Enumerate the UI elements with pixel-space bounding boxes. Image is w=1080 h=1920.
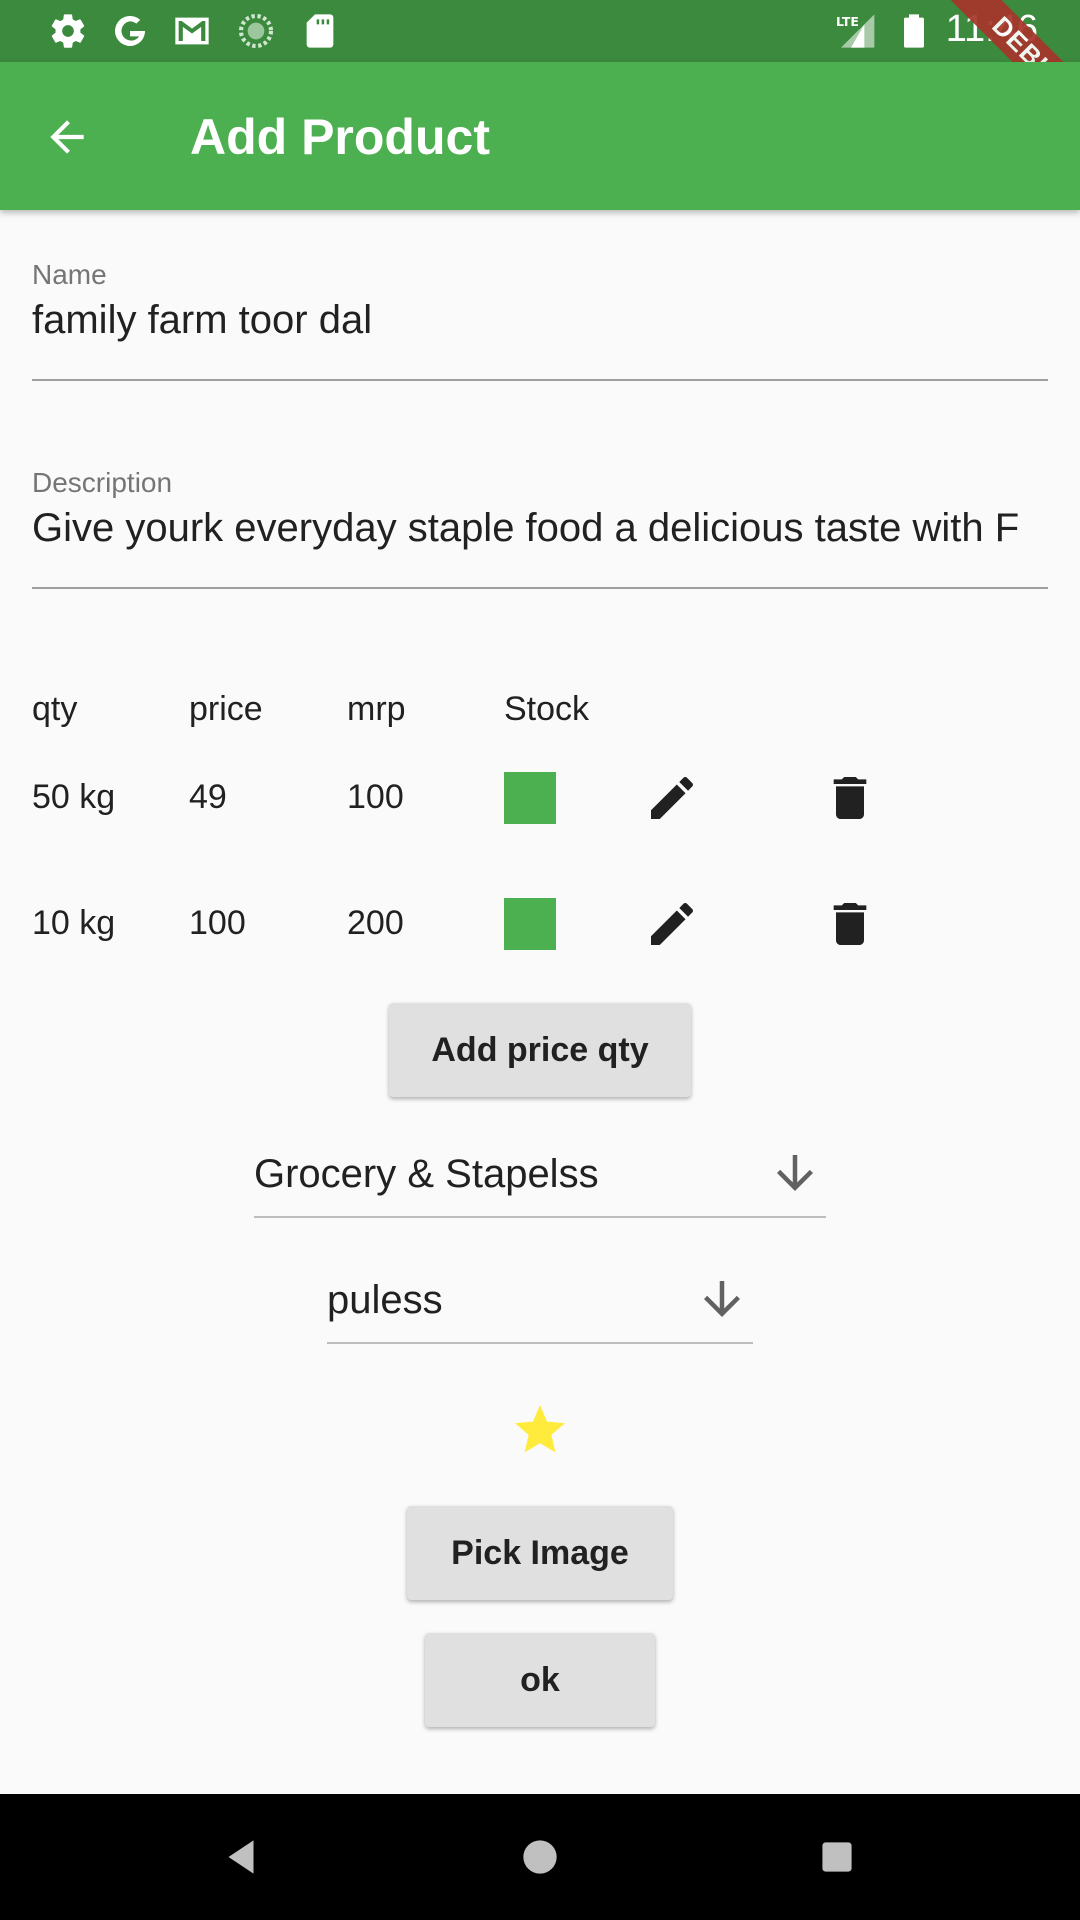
- navigation-bar: [0, 1794, 1080, 1920]
- svg-text:LTE: LTE: [836, 14, 859, 29]
- arrow-back-icon[interactable]: [42, 112, 92, 162]
- star-icon[interactable]: [510, 1400, 570, 1460]
- description-field-value[interactable]: Give yourk everyday staple food a delici…: [32, 506, 1048, 551]
- arrow-down-icon: [695, 1272, 749, 1326]
- subcategory-dropdown-underline: [327, 1342, 753, 1344]
- sync-icon: [236, 11, 276, 51]
- pick-image-button[interactable]: Pick Image: [407, 1506, 673, 1600]
- column-header-stock: Stock: [504, 690, 590, 728]
- row-price: 49: [189, 778, 227, 816]
- arrow-down-icon: [768, 1146, 822, 1200]
- add-price-qty-button[interactable]: Add price qty: [389, 1003, 691, 1097]
- column-header-price: price: [189, 690, 263, 728]
- edit-icon[interactable]: [644, 770, 700, 826]
- edit-icon[interactable]: [644, 896, 700, 952]
- settings-icon: [48, 11, 88, 51]
- battery-icon: [894, 11, 934, 51]
- gmail-icon: [172, 11, 212, 51]
- status-bar: LTE 11:46: [0, 0, 1080, 62]
- row-mrp: 200: [347, 904, 404, 942]
- delete-icon[interactable]: [822, 896, 878, 952]
- home-circle-icon[interactable]: [515, 1832, 565, 1882]
- google-icon: [110, 11, 150, 51]
- stock-indicator: [504, 772, 556, 824]
- name-field-label: Name: [32, 259, 107, 290]
- recents-square-icon[interactable]: [812, 1832, 862, 1882]
- category-dropdown-underline: [254, 1216, 826, 1218]
- column-header-mrp: mrp: [347, 690, 406, 728]
- row-mrp: 100: [347, 778, 404, 816]
- sd-card-icon: [300, 11, 340, 51]
- row-qty: 10 kg: [32, 904, 116, 942]
- column-header-qty: qty: [32, 690, 78, 728]
- category-dropdown[interactable]: Grocery & Stapelss: [254, 1152, 826, 1222]
- name-field-value[interactable]: family farm toor dal: [32, 298, 1048, 343]
- lte-signal-icon: LTE: [830, 11, 882, 51]
- row-qty: 50 kg: [32, 778, 116, 816]
- name-field-underline: [32, 379, 1048, 381]
- description-field-label: Description: [32, 467, 173, 498]
- page-title: Add Product: [190, 109, 490, 165]
- delete-icon[interactable]: [822, 770, 878, 826]
- app-bar: Add Product: [0, 62, 1080, 210]
- back-triangle-icon[interactable]: [216, 1832, 266, 1882]
- subcategory-dropdown-value: puless: [327, 1278, 443, 1322]
- stock-indicator: [504, 898, 556, 950]
- subcategory-dropdown[interactable]: puless: [327, 1278, 753, 1348]
- category-dropdown-value: Grocery & Stapelss: [254, 1152, 599, 1196]
- row-price: 100: [189, 904, 246, 942]
- description-field-underline: [32, 587, 1048, 589]
- ok-button[interactable]: ok: [425, 1633, 655, 1727]
